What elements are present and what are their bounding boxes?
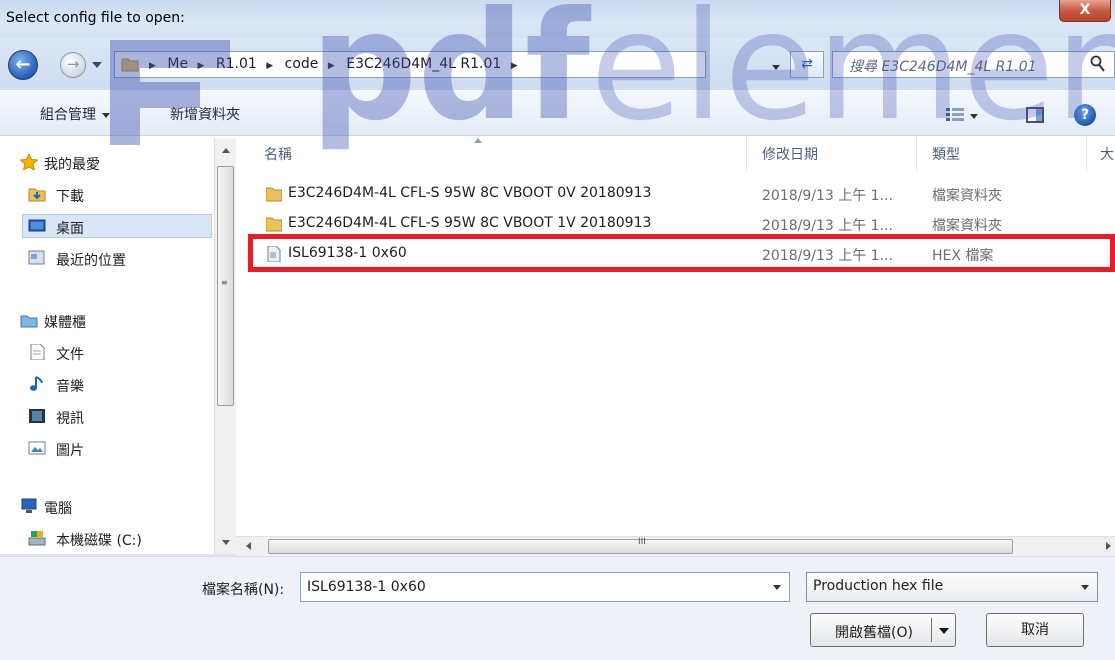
column-divider[interactable] <box>916 136 917 172</box>
file-date: 2018/9/13 上午 1... <box>762 218 893 234</box>
sidebar-item-computer[interactable]: 電腦 <box>44 498 72 518</box>
video-icon <box>29 409 45 423</box>
scroll-left-icon[interactable] <box>246 542 251 550</box>
breadcrumb-separator-icon: ▶ <box>327 61 335 71</box>
search-placeholder: 搜尋 E3C246D4M_4L R1.01 <box>849 59 1037 75</box>
file-date: 2018/9/13 上午 1... <box>762 188 893 204</box>
local-disk-icon <box>28 531 46 546</box>
view-dropdown-icon[interactable] <box>970 114 978 119</box>
open-button[interactable]: 開啟舊檔(O) <box>810 613 956 647</box>
address-dropdown-icon[interactable] <box>772 65 780 70</box>
sidebar-item-downloads[interactable]: 下載 <box>56 186 84 206</box>
breadcrumb: ▶ Me ▶ R1.01 ▶ code ▶ E3C246D4M_4L R1.01… <box>149 56 525 72</box>
new-folder-button[interactable]: 新增資料夾 <box>170 104 240 124</box>
annotation-highlight-box <box>248 234 1115 272</box>
refresh-button[interactable]: ⇄ <box>790 51 824 78</box>
title-bar: Select config file to open: X <box>0 0 1115 38</box>
breadcrumb-item[interactable]: R1.01 <box>216 56 257 72</box>
column-header-date[interactable]: 修改日期 <box>762 144 818 164</box>
scroll-right-icon[interactable] <box>1106 542 1111 550</box>
window-title: Select config file to open: <box>6 10 185 26</box>
sidebar-item-music[interactable]: 音樂 <box>56 376 84 396</box>
help-icon[interactable]: ? <box>1074 104 1096 126</box>
chevron-down-icon[interactable] <box>939 628 949 634</box>
sidebar-scrollbar[interactable]: ≡ <box>214 138 236 554</box>
sidebar-item-pictures[interactable]: 圖片 <box>56 440 84 460</box>
column-divider[interactable] <box>1086 136 1087 172</box>
breadcrumb-item[interactable]: code <box>285 56 319 72</box>
chevron-down-icon <box>1081 585 1089 590</box>
breadcrumb-item[interactable]: Me <box>167 56 188 72</box>
file-type-selected: Production hex file <box>813 578 944 594</box>
organize-label: 組合管理 <box>40 107 96 123</box>
history-dropdown-icon[interactable] <box>92 62 102 68</box>
close-button[interactable]: X <box>1059 0 1111 22</box>
column-divider[interactable] <box>746 136 747 172</box>
sidebar-item-local-disk[interactable]: 本機磁碟 (C:) <box>56 530 142 550</box>
table-row[interactable]: E3C246D4M-4L CFL-S 95W 8C VBOOT 1V 20180… <box>252 212 1115 236</box>
file-type: 檔案資料夾 <box>932 218 1002 234</box>
filename-label: 檔案名稱(N): <box>202 582 285 598</box>
file-name: E3C246D4M-4L CFL-S 95W 8C VBOOT 0V 20180… <box>288 185 652 201</box>
music-icon <box>30 376 43 391</box>
split-button-divider <box>931 618 932 642</box>
sort-ascending-icon <box>474 138 482 143</box>
view-options-icon[interactable] <box>946 108 964 122</box>
search-icon[interactable] <box>1090 55 1106 73</box>
sidebar-item-videos[interactable]: 視訊 <box>56 408 84 428</box>
table-row[interactable]: E3C246D4M-4L CFL-S 95W 8C VBOOT 0V 20180… <box>252 182 1115 206</box>
document-icon <box>30 344 45 360</box>
breadcrumb-separator-icon: ▶ <box>197 61 205 71</box>
column-header-type[interactable]: 類型 <box>932 144 960 164</box>
breadcrumb-item[interactable]: E3C246D4M_4L R1.01 <box>346 56 501 72</box>
address-bar[interactable]: ▶ Me ▶ R1.01 ▶ code ▶ E3C246D4M_4L R1.01… <box>114 51 706 78</box>
filename-input[interactable]: ISL69138-1 0x60 <box>300 572 790 602</box>
sidebar-item-recent[interactable]: 最近的位置 <box>56 250 126 270</box>
download-folder-icon <box>28 188 46 202</box>
recent-places-icon <box>28 250 45 265</box>
breadcrumb-separator-icon[interactable]: ▶ <box>511 61 518 71</box>
folder-icon <box>121 58 139 72</box>
forward-button[interactable]: → <box>60 52 86 78</box>
back-button[interactable]: ← <box>8 50 38 80</box>
sidebar-item-documents[interactable]: 文件 <box>56 344 84 364</box>
picture-icon <box>28 441 46 455</box>
file-type-select[interactable]: Production hex file <box>806 572 1098 602</box>
libraries-icon <box>20 315 38 328</box>
desktop-icon <box>28 219 46 232</box>
computer-icon <box>21 498 37 513</box>
file-name: E3C246D4M-4L CFL-S 95W 8C VBOOT 1V 20180… <box>288 215 652 231</box>
column-header-size[interactable]: 大 <box>1100 144 1114 164</box>
sidebar-item-favorites[interactable]: 我的最愛 <box>44 154 100 174</box>
column-header-name[interactable]: 名稱 <box>264 144 292 164</box>
dialog-footer: 檔案名稱(N): ISL69138-1 0x60 Production hex … <box>0 556 1115 660</box>
scrollbar-grip: III <box>638 537 646 547</box>
folder-icon <box>266 187 282 202</box>
file-list: 名稱 修改日期 類型 大 E3C246D4M-4L CFL-S 95W 8C V… <box>236 136 1115 536</box>
breadcrumb-separator-icon: ▶ <box>266 61 274 71</box>
preview-pane-icon[interactable] <box>1026 107 1044 123</box>
open-button-label: 開啟舊檔(O) <box>835 625 913 641</box>
file-list-horizontal-scrollbar[interactable]: III <box>236 536 1115 556</box>
scroll-up-icon[interactable] <box>222 148 230 153</box>
folder-icon <box>266 217 282 232</box>
organize-menu[interactable]: 組合管理 <box>40 104 110 124</box>
filename-value: ISL69138-1 0x60 <box>307 579 426 595</box>
star-icon <box>20 154 38 170</box>
sidebar-item-desktop[interactable]: 桌面 <box>56 218 84 238</box>
scrollbar-grip: ≡ <box>221 278 228 287</box>
chevron-down-icon[interactable] <box>773 585 781 590</box>
search-input[interactable]: 搜尋 E3C246D4M_4L R1.01 <box>832 51 1115 78</box>
file-type: 檔案資料夾 <box>932 188 1002 204</box>
scroll-down-icon[interactable] <box>222 540 230 545</box>
breadcrumb-separator-icon: ▶ <box>149 61 156 71</box>
sidebar-item-libraries[interactable]: 媒體櫃 <box>44 312 86 332</box>
cancel-button[interactable]: 取消 <box>986 613 1084 647</box>
sidebar-selection-highlight <box>22 214 212 238</box>
chevron-down-icon <box>102 112 110 118</box>
